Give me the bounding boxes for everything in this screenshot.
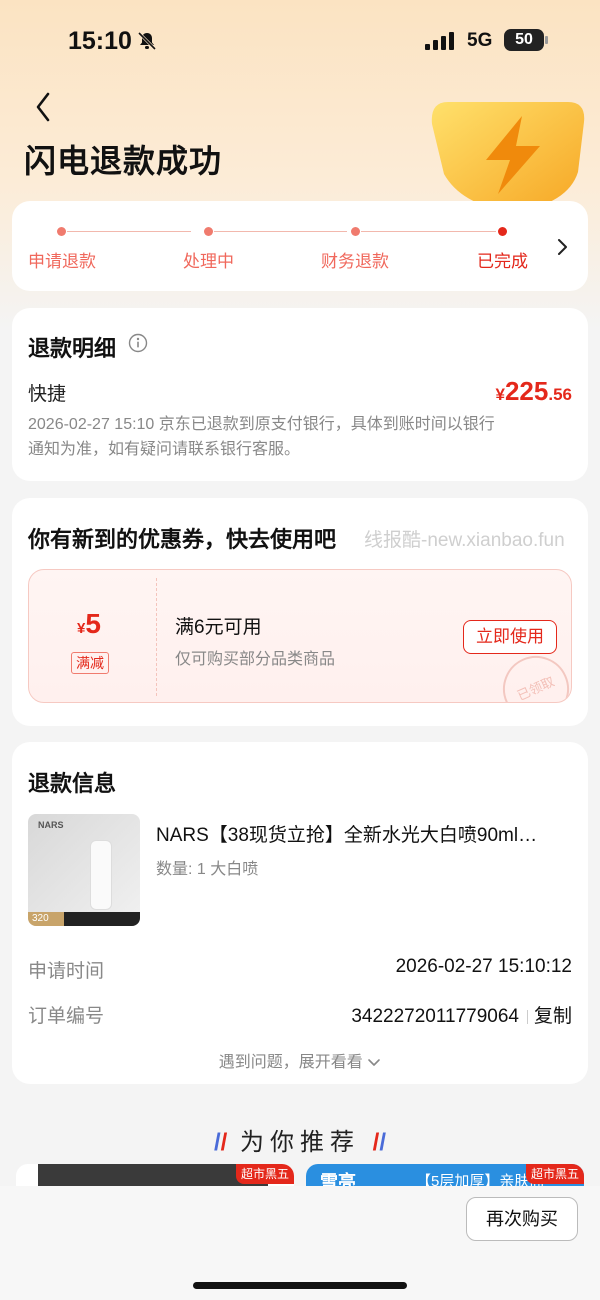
apply-time-label: 申请时间 xyxy=(28,961,105,982)
product-image-strip xyxy=(64,912,140,926)
product-bottle xyxy=(90,840,112,910)
battery-icon: 50 xyxy=(504,29,548,51)
home-indicator xyxy=(193,1282,407,1289)
page-title: 闪电退款成功 xyxy=(24,143,223,179)
promo-mark: 超市黑五 xyxy=(235,1164,294,1184)
battery-level: 50 xyxy=(504,29,544,51)
expand-text: 遇到问题，展开看看 xyxy=(218,1054,363,1071)
order-number-row: 3422272011779064 复制 xyxy=(351,1001,572,1028)
coupon-condition: 满6元可用 xyxy=(175,617,262,638)
product-image[interactable]: NARS 320 xyxy=(28,814,140,926)
chevron-down-icon xyxy=(368,1058,381,1066)
refund-progress: 申请退款 处理中 财务退款 已完成 xyxy=(12,201,588,291)
bell-muted-icon xyxy=(137,31,157,51)
product-image-brand: NARS xyxy=(38,820,64,830)
chevron-right-icon[interactable] xyxy=(554,237,570,257)
order-number-value: 3422272011779064 xyxy=(351,1006,519,1027)
status-bar: 15:10 5G 50 xyxy=(0,0,600,84)
info-icon[interactable] xyxy=(128,333,148,353)
watermark-text: 线报酷-new.xianbao.fun xyxy=(364,530,565,551)
rebuy-button[interactable]: 再次购买 xyxy=(466,1197,578,1241)
back-arrow-icon[interactable] xyxy=(30,90,60,124)
coupon-scope: 仅可购买部分品类商品 xyxy=(175,651,336,668)
step-label: 处理中 xyxy=(183,252,234,271)
refund-method: 快捷 xyxy=(28,384,67,405)
refund-info-title: 退款信息 xyxy=(28,771,117,796)
claimed-stamp: 已领取 xyxy=(492,645,571,702)
expand-toggle[interactable]: 遇到问题，展开看看 xyxy=(12,1048,588,1072)
refund-info-card: 退款信息 NARS 320 NARS【38现货立抢】全新水光大白喷90ml… 数… xyxy=(12,742,588,1084)
step-label-current: 已完成 xyxy=(477,252,528,271)
step-label: 申请退款 xyxy=(28,252,96,271)
copy-button[interactable]: 复制 xyxy=(534,1006,572,1027)
refund-description: 2026-02-27 15:10 京东已退款到原支付银行，具体到账时间以银行通知… xyxy=(28,416,495,458)
progress-line xyxy=(361,231,496,232)
progress-dot xyxy=(204,227,213,236)
bottom-action-bar: 再次购买 xyxy=(0,1186,600,1300)
promo-mark: 超市黑五 xyxy=(525,1164,584,1184)
refund-detail-card: 退款明细 快捷 ¥225.56 2026-02-27 15:10 京东已退款到原… xyxy=(12,308,588,481)
status-time: 15:10 xyxy=(68,27,132,55)
recommend-heading: // 为你推荐 // xyxy=(213,1129,387,1156)
coupon-type-tag: 满减 xyxy=(71,652,109,674)
product-name[interactable]: NARS【38现货立抢】全新水光大白喷90ml… xyxy=(156,820,566,847)
apply-time-value: 2026-02-27 15:10:12 xyxy=(395,956,572,977)
progress-dot xyxy=(351,227,360,236)
progress-dot xyxy=(57,227,66,236)
product-image-badge: 320 xyxy=(28,912,64,926)
network-type: 5G xyxy=(467,30,493,51)
order-number-label: 订单编号 xyxy=(28,1006,105,1027)
refund-amount: ¥225.56 xyxy=(495,376,573,406)
coupon-item[interactable]: ¥5 满减 满6元可用 仅可购买部分品类商品 立即使用 已领取 xyxy=(28,569,572,703)
coupon-section-title: 你有新到的优惠券，快去使用吧 xyxy=(28,527,337,552)
step-label: 财务退款 xyxy=(321,252,389,271)
use-coupon-button[interactable]: 立即使用 xyxy=(463,620,557,654)
coupon-divider xyxy=(156,578,157,696)
product-meta: 数量: 1 大白喷 xyxy=(156,861,259,878)
lightning-shield-icon xyxy=(431,102,585,212)
progress-line xyxy=(214,231,347,232)
signal-icon xyxy=(425,32,454,50)
refund-detail-title: 退款明细 xyxy=(28,336,117,361)
coupon-value: ¥5 xyxy=(77,608,101,639)
progress-dot-current xyxy=(498,227,507,236)
recommend-title: 为你推荐 xyxy=(240,1129,360,1156)
progress-line xyxy=(67,231,191,232)
